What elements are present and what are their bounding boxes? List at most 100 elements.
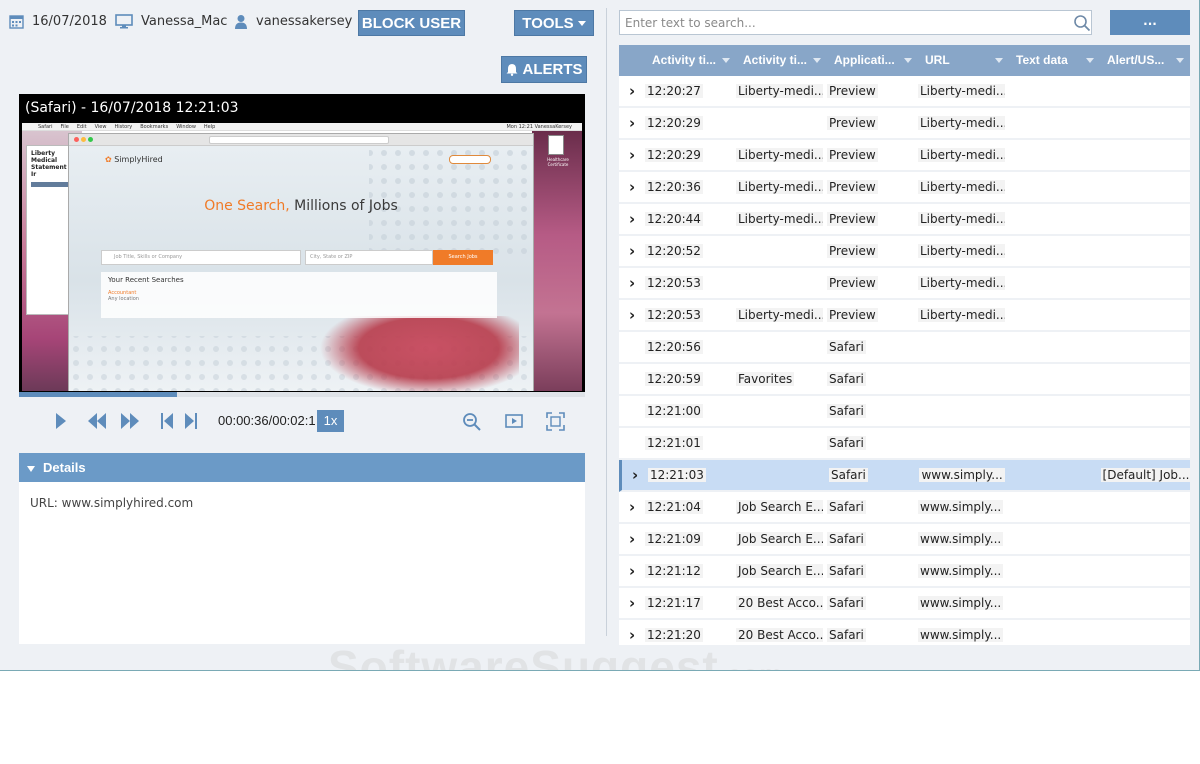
cell-text (1009, 404, 1013, 418)
cell-time: 12:20:29 (641, 116, 732, 130)
cell-text: 12:20:56 (645, 340, 703, 354)
cell-text (738, 468, 742, 482)
block-user-button[interactable]: BLOCK USER (358, 10, 465, 36)
expand-chevron-icon[interactable]: › (622, 466, 644, 484)
tools-button[interactable]: TOOLS (514, 10, 594, 36)
sort-caret-icon (813, 58, 821, 63)
table-row[interactable]: › 12:20:53 Preview Liberty-medi... (619, 268, 1190, 300)
more-button[interactable]: ... (1110, 10, 1190, 35)
expand-chevron-icon[interactable]: › (619, 242, 641, 260)
table-row[interactable]: 12:21:01 Safari (619, 428, 1190, 460)
column-header[interactable]: Text data (1009, 45, 1100, 76)
expand-chevron-icon[interactable]: › (619, 146, 641, 164)
table-row[interactable]: › 12:20:29 Preview Liberty-medi... (619, 108, 1190, 140)
cell-text: Safari (827, 500, 866, 514)
play-icon[interactable] (55, 412, 67, 430)
expand-chevron-icon[interactable]: › (619, 114, 641, 132)
expand-chevron-icon[interactable]: › (619, 82, 641, 100)
search-icon[interactable] (1073, 14, 1091, 32)
expand-chevron-icon[interactable]: › (619, 594, 641, 612)
cell-text: 12:20:53 (645, 276, 703, 290)
cell-url: Liberty-medi... (914, 116, 1005, 130)
expand-chevron-icon[interactable]: › (619, 530, 641, 548)
tools-label: TOOLS (522, 14, 574, 32)
block-user-label: BLOCK USER (361, 14, 462, 32)
table-row[interactable]: 12:20:59 Favorites Safari (619, 364, 1190, 396)
fast-forward-icon[interactable] (120, 412, 140, 430)
menubar-item: Bookmarks (140, 123, 169, 130)
table-row[interactable]: 12:20:56 Safari (619, 332, 1190, 364)
cell-text: Liberty-medi... (736, 308, 823, 322)
cell-app: Safari (825, 468, 916, 482)
cell-text: 12:21:17 (645, 596, 703, 610)
cell-text (918, 436, 922, 450)
cell-text: Preview (827, 148, 878, 162)
skip-end-icon[interactable] (184, 412, 198, 430)
zoom-out-icon[interactable] (462, 412, 482, 432)
expand-chevron-icon[interactable]: › (619, 498, 641, 516)
cell-text: 12:21:12 (645, 564, 703, 578)
cell-text (1009, 532, 1013, 546)
pane-splitter[interactable] (606, 8, 607, 636)
table-row[interactable]: › 12:20:52 Preview Liberty-medi... (619, 236, 1190, 268)
cell-title (732, 116, 823, 130)
rewind-icon[interactable] (87, 412, 107, 430)
table-row[interactable]: › 12:21:09 Job Search E... Safari www.simply… (619, 524, 1190, 556)
fit-screen-icon[interactable] (505, 412, 523, 430)
details-header[interactable]: Details (19, 453, 585, 482)
player-controls: 00:00:36/00:02:1 1x (19, 397, 585, 447)
desktop-wallpaper-right: Healthcare Certificate (532, 131, 582, 391)
cell-title: Liberty-medi... (732, 148, 823, 162)
cell-text (918, 340, 922, 354)
cell-text (1009, 372, 1013, 386)
browser-url-bar (209, 136, 389, 144)
table-row[interactable]: › 12:20:36 Liberty-medi... Preview Liberty-m… (619, 172, 1190, 204)
cell-url: www.simply... (914, 532, 1005, 546)
table-row[interactable]: › 12:20:29 Liberty-medi... Preview Liberty-m… (619, 140, 1190, 172)
captured-screenshot[interactable]: Safari File Edit View History Bookmarks … (22, 123, 582, 391)
table-row[interactable]: › 12:20:27 Liberty-medi... Preview Liberty-m… (619, 76, 1190, 108)
column-header[interactable]: Applicati... (827, 45, 918, 76)
column-header[interactable]: Activity ti... (736, 45, 827, 76)
window-controls (74, 137, 93, 142)
column-header[interactable]: Activity ti... (645, 45, 736, 76)
column-header[interactable]: URL (918, 45, 1009, 76)
playback-speed-button[interactable]: 1x (317, 410, 344, 432)
expand-chevron-icon[interactable]: › (619, 306, 641, 324)
cell-text: Safari (827, 628, 866, 642)
cell-time: 12:20:52 (641, 244, 732, 258)
date-label: 16/07/2018 (32, 14, 107, 29)
expand-chevron-icon[interactable]: › (619, 210, 641, 228)
fullscreen-icon[interactable] (546, 412, 565, 431)
menubar-item: Window (176, 123, 196, 130)
cell-alert (1096, 212, 1190, 226)
expand-chevron-icon[interactable]: › (619, 178, 641, 196)
table-row[interactable]: 12:21:00 Safari (619, 396, 1190, 428)
recent-searches-title: Your Recent Searches (108, 276, 184, 284)
cell-text (1100, 596, 1104, 610)
table-row[interactable]: › 12:21:12 Job Search E... Safari www.simply… (619, 556, 1190, 588)
cell-url (914, 436, 1005, 450)
screenshot-viewer[interactable]: (Safari) - 16/07/2018 12:21:03 Safari Fi… (19, 94, 585, 392)
cell-text: Liberty-medi... (918, 148, 1005, 162)
column-header[interactable]: Alert/US... (1100, 45, 1190, 76)
cell-title (734, 468, 825, 482)
table-row[interactable]: › 12:20:53 Liberty-medi... Preview Liberty-m… (619, 300, 1190, 332)
activity-grid: Activity ti... Activity ti... Applicati.… (619, 45, 1190, 645)
cell-text: Liberty-medi... (918, 308, 1005, 322)
cell-text (1005, 116, 1096, 130)
skip-start-icon[interactable] (160, 412, 174, 430)
alerts-button[interactable]: ALERTS (501, 56, 587, 83)
cell-text (1100, 500, 1104, 514)
table-row-selected[interactable]: › 12:21:03 Safari www.simply... [Default] Jo… (619, 460, 1190, 492)
table-row[interactable]: › 12:21:04 Job Search E... Safari www.simply… (619, 492, 1190, 524)
cell-alert (1096, 436, 1190, 450)
table-row[interactable]: › 12:20:44 Liberty-medi... Preview Liberty-m… (619, 204, 1190, 236)
expand-chevron-icon[interactable]: › (619, 274, 641, 292)
expand-chevron-icon[interactable]: › (619, 562, 641, 580)
monitor-icon (115, 14, 133, 29)
cell-url: Liberty-medi... (914, 308, 1005, 322)
search-input[interactable] (619, 10, 1092, 35)
cell-text (1005, 180, 1096, 194)
table-row[interactable]: › 12:21:17 20 Best Acco... Safari www.simply… (619, 588, 1190, 620)
